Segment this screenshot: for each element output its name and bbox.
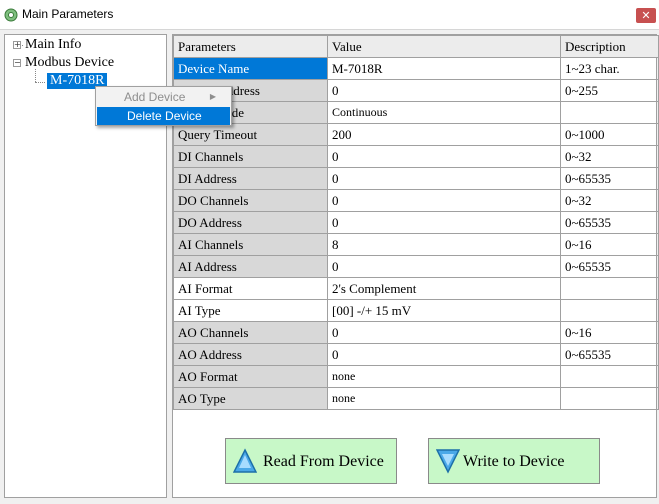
table-header-row: Parameters Value Description: [173, 35, 659, 58]
value-cell[interactable]: 0: [327, 189, 561, 212]
tree-item-modbus-device[interactable]: Modbus Device: [25, 55, 114, 71]
read-from-device-button[interactable]: Read From Device: [225, 438, 397, 484]
value-cell[interactable]: 0: [327, 167, 561, 190]
window-title: Main Parameters: [22, 7, 114, 21]
param-cell[interactable]: Device Name: [173, 57, 328, 80]
table-row[interactable]: AO Format none: [173, 365, 659, 388]
value-cell[interactable]: [00] -/+ 15 mV: [327, 299, 561, 322]
desc-cell: [560, 365, 659, 388]
desc-cell: 0~16: [560, 233, 659, 256]
menu-item-add-device: Add Device ▶: [97, 88, 230, 106]
write-to-device-button[interactable]: Write to Device: [428, 438, 600, 484]
param-cell[interactable]: AO Channels: [173, 321, 328, 344]
tree-item-main-info[interactable]: Main Info: [25, 37, 81, 53]
triangle-up-icon: [233, 448, 257, 473]
param-cell[interactable]: AO Type: [173, 387, 328, 410]
param-cell[interactable]: DI Address: [173, 167, 328, 190]
value-cell[interactable]: none: [327, 365, 561, 388]
desc-cell: 0~65535: [560, 211, 659, 234]
param-cell[interactable]: DO Address: [173, 211, 328, 234]
value-cell[interactable]: 0: [327, 343, 561, 366]
table-row[interactable]: DO Channels 0 0~32: [173, 189, 659, 212]
column-header-description[interactable]: Description: [560, 35, 659, 58]
window-titlebar: Main Parameters ✕: [0, 0, 659, 30]
param-cell[interactable]: DI Channels: [173, 145, 328, 168]
desc-cell: 0~1000: [560, 123, 659, 146]
desc-cell: 0~65535: [560, 255, 659, 278]
value-cell[interactable]: 200: [327, 123, 561, 146]
desc-cell: 0~255: [560, 79, 659, 102]
desc-cell: 0~32: [560, 145, 659, 168]
table-row[interactable]: Device Name M-7018R 1~23 char.: [173, 57, 659, 80]
param-cell[interactable]: AO Address: [173, 343, 328, 366]
table-row[interactable]: Device Address00~255: [173, 79, 659, 102]
menu-item-label: Add Device: [124, 90, 186, 104]
read-from-device-label: Read From Device: [263, 453, 384, 470]
value-cell[interactable]: none: [327, 387, 561, 410]
column-header-parameters[interactable]: Parameters: [173, 35, 328, 58]
collapse-icon[interactable]: −: [13, 59, 21, 67]
value-cell[interactable]: 0: [327, 145, 561, 168]
submenu-arrow-icon: ▶: [209, 92, 216, 101]
param-cell[interactable]: AI Format: [173, 277, 328, 300]
desc-cell: 0~65535: [560, 343, 659, 366]
table-row[interactable]: Query Timeout 200 0~1000: [173, 123, 659, 146]
menu-item-delete-device[interactable]: Delete Device: [97, 107, 230, 125]
desc-cell: 1~23 char.: [560, 57, 659, 80]
value-cell[interactable]: 8: [327, 233, 561, 256]
parameters-table: Parameters Value Description Device Name…: [173, 35, 659, 410]
param-cell[interactable]: AI Type: [173, 299, 328, 322]
desc-cell: [560, 101, 659, 124]
desc-cell: [560, 299, 659, 322]
value-cell[interactable]: 0: [327, 79, 561, 102]
value-cell[interactable]: 0: [327, 255, 561, 278]
table-row[interactable]: DO Address 0 0~65535: [173, 211, 659, 234]
table-row[interactable]: AI Channels 8 0~16: [173, 233, 659, 256]
value-cell[interactable]: 0: [327, 211, 561, 234]
value-cell[interactable]: Continuous: [327, 101, 561, 124]
table-row[interactable]: AI Format 2's Complement: [173, 277, 659, 300]
param-cell[interactable]: AI Address: [173, 255, 328, 278]
context-menu: Add Device ▶ Delete Device: [95, 86, 232, 126]
desc-cell: [560, 387, 659, 410]
menu-item-label: Delete Device: [127, 109, 202, 123]
parameters-panel: Parameters Value Description Device Name…: [172, 34, 659, 498]
table-row[interactable]: AO Type none: [173, 387, 659, 410]
table-row[interactable]: AO Channels 0 0~16: [173, 321, 659, 344]
table-row[interactable]: DI Channels 0 0~32: [173, 145, 659, 168]
param-cell[interactable]: DO Channels: [173, 189, 328, 212]
close-button[interactable]: ✕: [636, 8, 656, 23]
param-cell[interactable]: AO Format: [173, 365, 328, 388]
tree-connector: [35, 82, 45, 83]
table-row[interactable]: DI Address 0 0~65535: [173, 167, 659, 190]
desc-cell: 0~65535: [560, 167, 659, 190]
table-row[interactable]: AO Address 0 0~65535: [173, 343, 659, 366]
triangle-down-icon: [436, 449, 460, 474]
desc-cell: [560, 277, 659, 300]
table-row[interactable]: Query ModeContinuous: [173, 101, 659, 124]
value-cell[interactable]: 2's Complement: [327, 277, 561, 300]
table-row[interactable]: AI Address 0 0~65535: [173, 255, 659, 278]
write-to-device-label: Write to Device: [463, 453, 565, 470]
desc-cell: 0~32: [560, 189, 659, 212]
value-cell[interactable]: M-7018R: [327, 57, 561, 80]
table-row[interactable]: AI Type [00] -/+ 15 mV: [173, 299, 659, 322]
param-cell[interactable]: Query Timeout: [173, 123, 328, 146]
desc-cell: 0~16: [560, 321, 659, 344]
settings-app-icon: [4, 8, 18, 22]
expand-icon[interactable]: +: [13, 41, 21, 49]
value-cell[interactable]: 0: [327, 321, 561, 344]
tree-connector: [35, 69, 36, 82]
param-cell[interactable]: AI Channels: [173, 233, 328, 256]
column-header-value[interactable]: Value: [327, 35, 561, 58]
